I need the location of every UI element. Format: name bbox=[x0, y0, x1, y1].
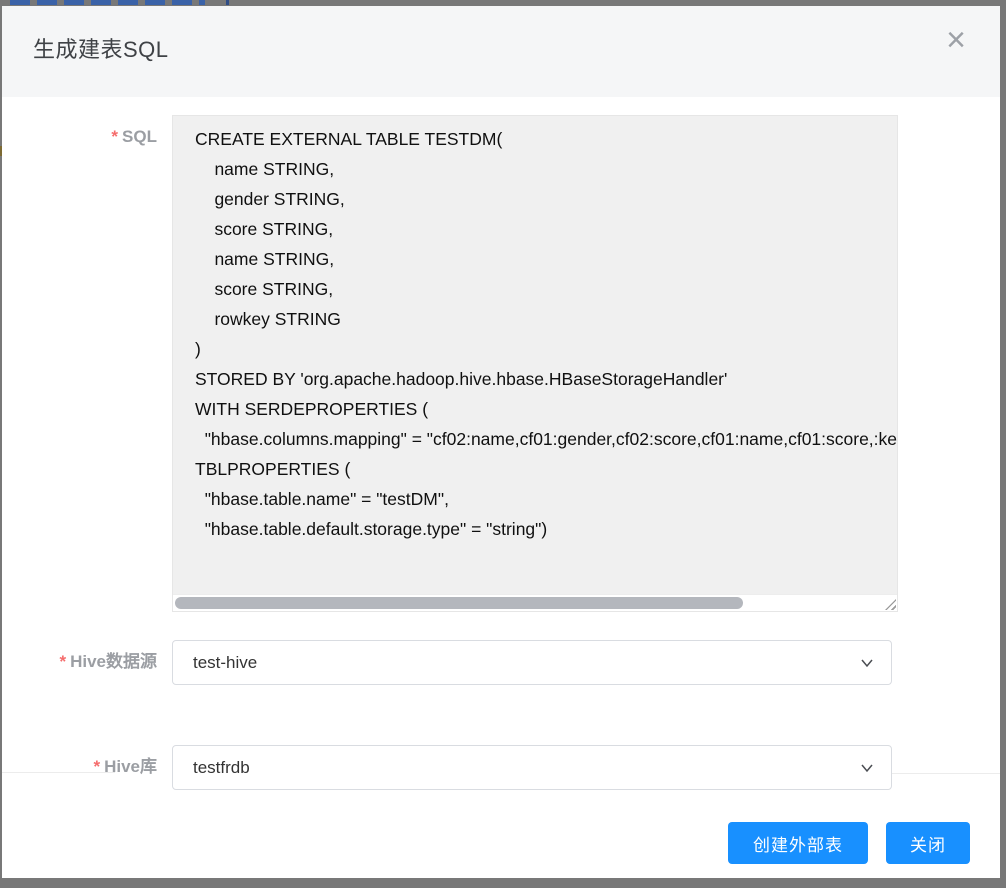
sql-label-text: SQL bbox=[122, 127, 157, 146]
background-page-links bbox=[10, 0, 205, 5]
required-asterisk: * bbox=[59, 652, 66, 671]
divider bbox=[890, 773, 1000, 774]
hive-datasource-label: *Hive数据源 bbox=[43, 643, 157, 681]
hive-db-value: testfrdb bbox=[193, 746, 250, 789]
hive-datasource-value: test-hive bbox=[193, 641, 257, 684]
required-asterisk: * bbox=[111, 127, 118, 146]
required-asterisk: * bbox=[93, 757, 100, 776]
create-external-table-button[interactable]: 创建外部表 bbox=[728, 822, 868, 864]
hive-datasource-select[interactable]: test-hive bbox=[172, 640, 892, 685]
hive-datasource-label-text: Hive数据源 bbox=[70, 652, 157, 671]
hive-db-label: *Hive库 bbox=[43, 748, 157, 786]
close-icon[interactable]: × bbox=[934, 16, 978, 64]
sql-textarea[interactable]: CREATE EXTERNAL TABLE TESTDM( name STRIN… bbox=[172, 115, 898, 612]
chevron-down-icon bbox=[859, 760, 875, 776]
generate-sql-dialog: 生成建表SQL × *SQL CREATE EXTERNAL TABLE TES… bbox=[2, 6, 1000, 878]
sql-code: CREATE EXTERNAL TABLE TESTDM( name STRIN… bbox=[173, 116, 897, 578]
dialog-header: 生成建表SQL × bbox=[2, 6, 1000, 97]
chevron-down-icon bbox=[859, 655, 875, 671]
background-page-content bbox=[226, 0, 229, 5]
sql-label: *SQL bbox=[43, 118, 157, 156]
hive-db-label-text: Hive库 bbox=[104, 757, 157, 776]
scrollbar-thumb[interactable] bbox=[175, 597, 743, 609]
hive-db-select[interactable]: testfrdb bbox=[172, 745, 892, 790]
close-dialog-button[interactable]: 关闭 bbox=[886, 822, 970, 864]
horizontal-scrollbar[interactable] bbox=[173, 594, 897, 611]
screen: 生成建表SQL × *SQL CREATE EXTERNAL TABLE TES… bbox=[0, 0, 1006, 888]
dialog-title: 生成建表SQL bbox=[33, 32, 169, 64]
